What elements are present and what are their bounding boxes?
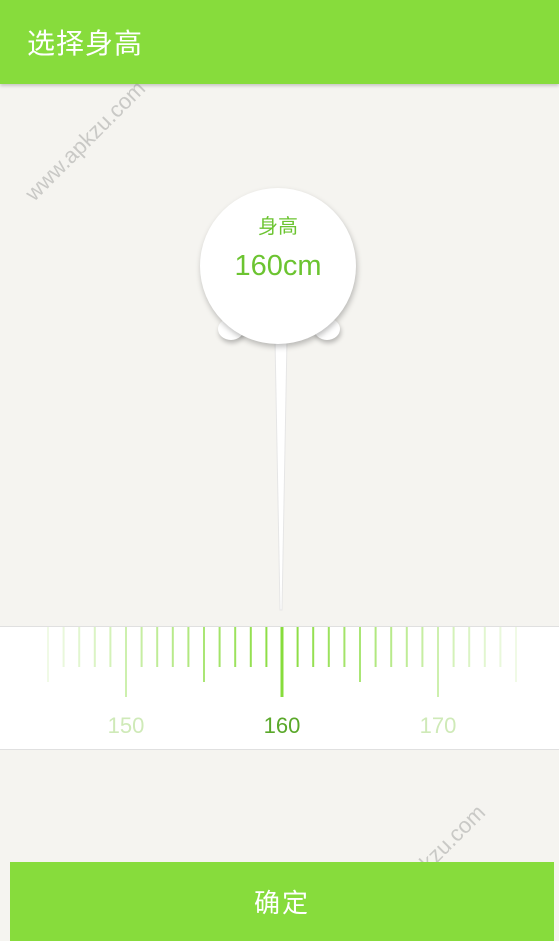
page-title: 选择身高 bbox=[27, 27, 144, 60]
ruler-scale[interactable]: 150 160 170 bbox=[0, 627, 559, 749]
indicator-value: 160cm bbox=[234, 250, 322, 282]
app-bar: 选择身高 bbox=[0, 0, 559, 84]
ruler-tick-label: 150 bbox=[108, 713, 145, 738]
height-indicator: 身高 160cm bbox=[196, 188, 366, 358]
watermark-top: www.apkzu.com bbox=[20, 75, 151, 206]
indicator-label: 身高 bbox=[258, 214, 298, 238]
height-ruler[interactable]: 150 160 170 bbox=[0, 626, 559, 750]
indicator-bubble: 身高 160cm bbox=[200, 188, 356, 344]
confirm-button[interactable]: 确定 bbox=[10, 862, 554, 941]
ruler-tick-label: 160 bbox=[264, 713, 301, 738]
ruler-tick-label: 170 bbox=[420, 713, 457, 738]
height-pointer-needle bbox=[274, 340, 288, 611]
